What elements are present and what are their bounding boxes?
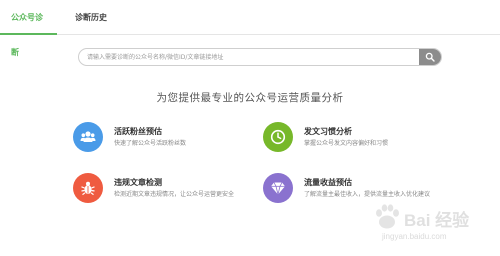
feature-description: 快速了解公众号活跃粉丝数 [114, 140, 187, 147]
diamond-icon [271, 182, 285, 195]
tab-diagnosis-history[interactable]: 诊断历史 [64, 0, 118, 35]
tab-bar: 公众号诊断 诊断历史 [0, 0, 500, 57]
feature-description: 检测近期文章违规情况，让公众号运营更安全 [114, 191, 235, 198]
search-bar [78, 48, 442, 66]
feature-description: 了解流量主最佳收入，提供流量主收入优化建议 [304, 191, 431, 198]
bug-icon [81, 181, 95, 196]
feature-icon-circle [73, 173, 103, 203]
search-input[interactable] [79, 49, 421, 65]
page-headline: 为您提供最专业的公众号运营质量分析 [156, 92, 344, 104]
feature-icon-circle [73, 122, 103, 152]
search-button[interactable] [419, 49, 441, 65]
feature-icon-circle [263, 122, 293, 152]
feature-icon-circle [263, 173, 293, 203]
feature-description: 掌握公众号发文内容偏好和习惯 [304, 140, 389, 147]
tab-account-diagnosis[interactable]: 公众号诊断 [0, 0, 57, 57]
feature-posting-habits: 发文习惯分析 掌握公众号发文内容偏好和习惯 [263, 122, 453, 162]
baidu-jingyan-watermark: Bai 经验 jingyan.baidu.com [368, 200, 498, 254]
feature-violation-check: 违规文章检测 检测近期文章违规情况，让公众号运营更安全 [73, 173, 263, 213]
feature-title: 发文习惯分析 [304, 127, 352, 136]
watermark-url: jingyan.baidu.com [382, 232, 447, 241]
search-icon [425, 52, 435, 62]
feature-title: 违规文章检测 [114, 178, 162, 187]
clock-icon [270, 129, 286, 145]
users-icon [80, 131, 96, 142]
feature-title: 流量收益预估 [304, 178, 352, 187]
feature-active-fans: 活跃粉丝预估 快速了解公众号活跃粉丝数 [73, 122, 263, 162]
paw-logo-icon [376, 204, 399, 229]
watermark-text: Bai 经验 [404, 211, 470, 230]
feature-title: 活跃粉丝预估 [114, 127, 162, 136]
